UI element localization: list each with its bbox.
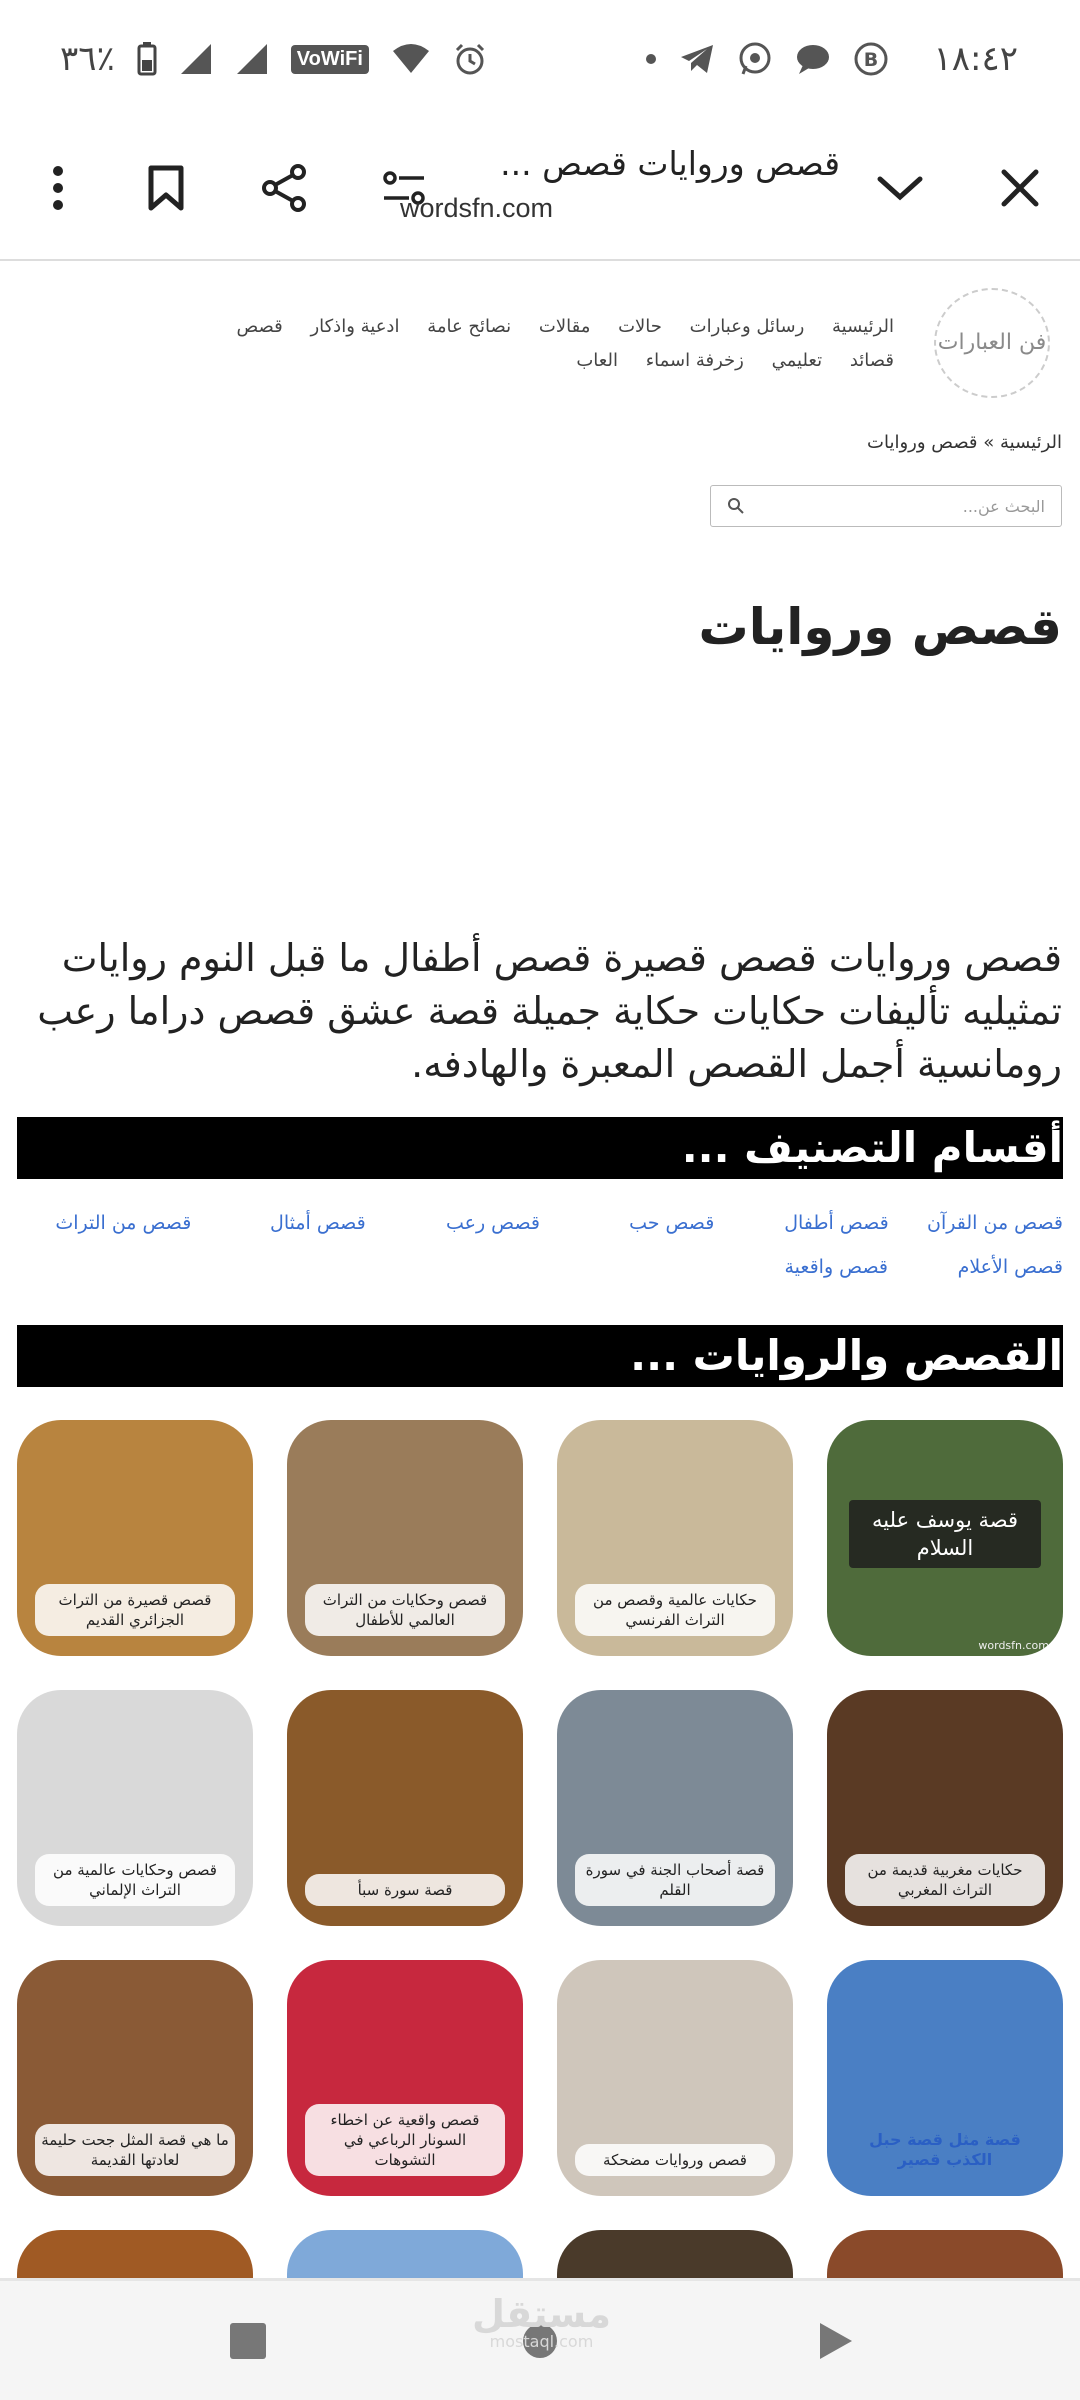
signal-icon (179, 42, 213, 76)
story-card[interactable]: ما هي قصة المثل جحت حليمة لعادتها القديم… (17, 1960, 253, 2196)
nav-item-education[interactable]: تعليمي (772, 344, 823, 378)
watermark-brand: مستقل (472, 2292, 611, 2336)
story-caption: قصص واقعية عن اخطاء السونار الرباعي في ا… (305, 2104, 505, 2176)
story-caption: حكايات مغربية قديمة من التراث المغربي (845, 1854, 1045, 1906)
story-card-partial[interactable] (287, 2230, 523, 2278)
whatsapp-icon (737, 41, 773, 77)
page-title-area[interactable]: قصص وروايات قصص ... wordsfn.com (400, 144, 840, 224)
site-nav: الرئيسية رسائل وعبارات حالات مقالات نصائ… (164, 310, 894, 378)
story-card[interactable]: قصص وحكايات من التراث العالمي للأطفال (287, 1420, 523, 1656)
story-card[interactable]: قصة مثل قصة حبل الكذب قصير (827, 1960, 1063, 2196)
dot-icon (645, 53, 657, 65)
story-card[interactable]: قصص واقعية عن اخطاء السونار الرباعي في ا… (287, 1960, 523, 2196)
bookmark-icon[interactable] (128, 150, 204, 226)
story-caption: ما هي قصة المثل جحت حليمة لعادتها القديم… (35, 2124, 235, 2176)
story-card[interactable]: قصة سورة سبأ (287, 1690, 523, 1926)
story-card-partial[interactable] (827, 2230, 1063, 2278)
category-heritage[interactable]: قصص من التراث (17, 1212, 191, 1234)
status-time: ١٨:٤٢ (933, 39, 1018, 79)
category-proverbs[interactable]: قصص أمثال (191, 1212, 366, 1234)
vowifi-badge: VoWiFi (290, 44, 369, 74)
nav-item-name-decoration[interactable]: زخرفة اسماء (646, 344, 744, 378)
nav-item-tips[interactable]: نصائح عامة (427, 310, 511, 344)
battery-percent: ٣٦٪ (60, 39, 115, 79)
chevron-down-icon[interactable] (862, 150, 938, 226)
story-caption: قصص وحكايات من التراث العالمي للأطفال (305, 1584, 505, 1636)
watermark-logo: مستقل mostaql.com (472, 2292, 611, 2351)
story-card[interactable]: قصص قصيرة من التراث الجزائري القديم (17, 1420, 253, 1656)
nav-item-home[interactable]: الرئيسية (832, 310, 894, 344)
story-caption: قصص وحكايات عالمية من التراث الإلماني (35, 1854, 235, 1906)
nav-item-stories[interactable]: قصص (236, 310, 282, 344)
section-categories-label: أقسام التصنيف ... (681, 1123, 1063, 1172)
story-card-partial[interactable] (17, 2230, 253, 2278)
story-caption: قصص وروايات مضحكة (575, 2144, 775, 2176)
story-caption: قصة سورة سبأ (305, 1874, 505, 1906)
back-icon[interactable] (816, 2321, 856, 2365)
share-icon[interactable] (246, 150, 322, 226)
nav-item-statuses[interactable]: حالات (618, 310, 662, 344)
category-love[interactable]: قصص حب (540, 1212, 714, 1234)
category-famous[interactable]: قصص الأعلام (888, 1256, 1063, 1278)
svg-text:B: B (864, 49, 878, 71)
intro-text: قصص وروايات قصص قصيرة قصص أطفال ما قبل ا… (37, 936, 1062, 1086)
search-input[interactable]: البحث عن... (710, 485, 1062, 527)
close-icon[interactable] (982, 150, 1058, 226)
story-card[interactable]: قصة أصحاب الجنة في سورة القلم (557, 1690, 793, 1926)
more-options-icon[interactable] (20, 150, 96, 226)
status-left: ٣٦٪ VoWiFi (60, 39, 487, 79)
story-caption: قصة مثل قصة حبل الكذب قصير (869, 2130, 1021, 2169)
category-quran[interactable]: قصص من القرآن (889, 1212, 1063, 1234)
tab-title: قصص وروايات قصص ... (500, 144, 840, 183)
story-caption: قصة يوسف عليه السلام (849, 1500, 1041, 1568)
site-logo[interactable]: فن العبارات (934, 288, 1050, 398)
page-heading: قصص وروايات (698, 598, 1062, 656)
section-stories-title: القصص والروايات ... (17, 1325, 1063, 1387)
alarm-icon (453, 42, 487, 76)
story-caption: قصص قصيرة من التراث الجزائري القديم (35, 1584, 235, 1636)
search-placeholder: البحث عن... (962, 496, 1045, 516)
story-card[interactable]: قصص وحكايات عالمية من التراث الإلماني (17, 1690, 253, 1926)
nav-item-games[interactable]: العاب (576, 344, 618, 378)
story-caption: قصة أصحاب الجنة في سورة القلم (575, 1854, 775, 1906)
story-card[interactable]: قصة يوسف عليه السلام wordsfn.com (827, 1420, 1063, 1656)
nav-item-prayers[interactable]: ادعية واذكار (310, 310, 399, 344)
story-card[interactable]: حكايات عالمية وقصص من التراث الفرنسي (557, 1420, 793, 1656)
nav-item-messages[interactable]: رسائل وعبارات (690, 310, 805, 344)
category-horror[interactable]: قصص رعب (366, 1212, 540, 1234)
browser-toolbar: قصص وروايات قصص ... wordsfn.com (0, 118, 1080, 261)
search-icon[interactable] (727, 497, 745, 515)
story-card[interactable]: قصص وروايات مضحكة (557, 1960, 793, 2196)
section-categories-title: أقسام التصنيف ... (17, 1117, 1063, 1179)
logo-text: فن العبارات (937, 329, 1047, 355)
nav-item-articles[interactable]: مقالات (539, 310, 590, 344)
category-real[interactable]: قصص واقعية (713, 1256, 889, 1278)
status-bar: ٣٦٪ VoWiFi B ١٨:٤٢ (0, 0, 1080, 118)
b-badge-icon: B (853, 41, 889, 77)
breadcrumb[interactable]: الرئيسية » قصص وروايات (867, 432, 1062, 453)
tab-url: wordsfn.com (400, 193, 554, 223)
watermark-sub: mostaql.com (489, 2332, 594, 2351)
message-icon (795, 43, 831, 75)
story-card[interactable]: حكايات مغربية قديمة من التراث المغربي (827, 1690, 1063, 1926)
story-card-partial[interactable] (557, 2230, 793, 2278)
category-links: قصص من القرآن قصص أطفال قصص حب قصص رعب ق… (17, 1212, 1063, 1300)
signal-icon-2 (235, 42, 269, 76)
nav-item-poems[interactable]: قصائد (850, 344, 894, 378)
battery-icon (137, 42, 157, 76)
story-caption: حكايات عالمية وقصص من التراث الفرنسي (575, 1584, 775, 1636)
wifi-icon (391, 43, 431, 75)
telegram-icon (679, 43, 715, 75)
section-stories-label: القصص والروايات ... (630, 1331, 1063, 1380)
card-watermark: wordsfn.com (978, 1639, 1049, 1652)
category-children[interactable]: قصص أطفال (714, 1212, 888, 1234)
status-right: B ١٨:٤٢ (645, 39, 1018, 79)
recent-apps-icon[interactable] (228, 2321, 268, 2365)
